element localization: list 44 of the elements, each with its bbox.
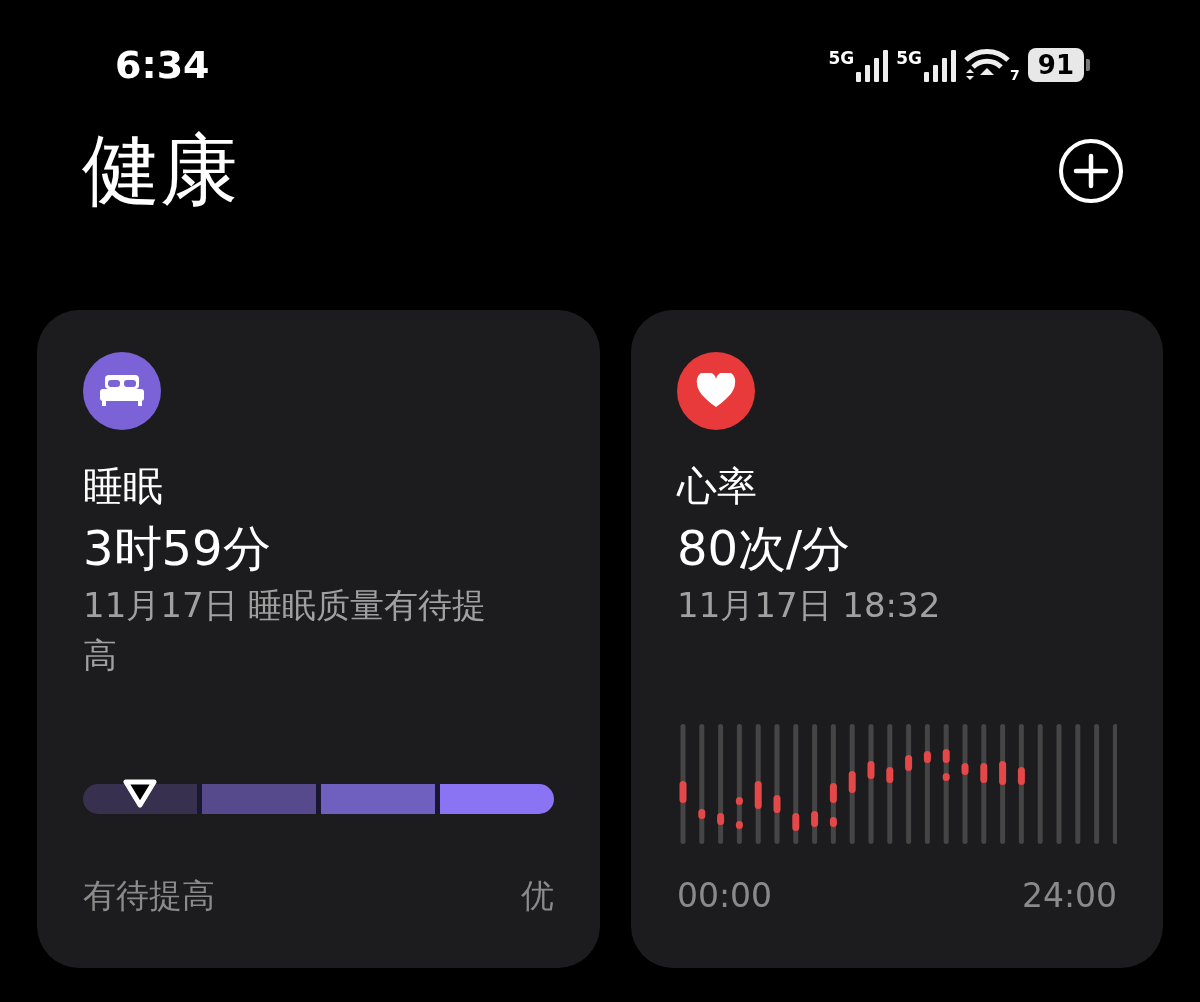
network-type-label: 5G: [896, 50, 923, 67]
battery-level: 91: [1027, 48, 1084, 82]
page-title: 健康: [82, 124, 238, 217]
scale-label: 有待提高: [83, 875, 215, 917]
heart-rate-point: [923, 751, 931, 763]
heart-rate-point: [811, 811, 819, 827]
signal-icon: [924, 50, 957, 82]
axis-label: 24:00: [1021, 875, 1117, 917]
heart-rate-point: [829, 817, 837, 827]
heart-rate-point: [773, 795, 781, 813]
signal-icon: [856, 50, 889, 82]
clock-time: 6:34: [115, 43, 210, 87]
axis-label: 00:00: [677, 875, 773, 917]
card-detail: 11月17日 18:32: [677, 584, 942, 627]
heart-rate-point: [848, 771, 856, 793]
heart-rate-point: [679, 781, 687, 803]
card-value: 80次/分: [677, 519, 852, 578]
heart-rate-point: [829, 783, 837, 803]
heart-rate-card[interactable]: 心率 80次/分 11月17日 18:32 00:00 24:00: [631, 310, 1163, 968]
heart-rate-point: [754, 781, 762, 809]
heart-rate-point: [735, 821, 743, 829]
heart-rate-point: [698, 809, 706, 819]
scale-label: 优: [521, 875, 554, 917]
card-detail: 11月17日 睡眠质量有待提高: [83, 584, 488, 677]
wifi-band-label: 7: [1010, 68, 1020, 82]
wifi-icon: [964, 48, 1011, 82]
heart-rate-point: [961, 763, 969, 775]
heart-rate-point: [735, 797, 743, 805]
heart-rate-point: [1017, 767, 1025, 785]
add-button[interactable]: [1058, 138, 1124, 204]
heart-rate-point: [905, 755, 913, 771]
heart-rate-point: [792, 813, 800, 831]
card-title: 睡眠: [83, 462, 164, 511]
card-title: 心率: [677, 462, 758, 511]
heart-rate-point: [717, 813, 725, 825]
heart-rate-point: [999, 761, 1007, 785]
heart-rate-point: [942, 749, 950, 763]
sleep-card[interactable]: 睡眠 3时59分 11月17日 睡眠质量有待提高 有待提高 优: [37, 310, 600, 968]
heart-rate-point: [886, 767, 894, 783]
card-value: 3时59分: [83, 519, 272, 578]
heart-rate-point: [980, 763, 988, 783]
network-type-label: 5G: [828, 50, 855, 67]
heart-rate-point: [867, 761, 875, 779]
heart-rate-point: [942, 773, 950, 781]
